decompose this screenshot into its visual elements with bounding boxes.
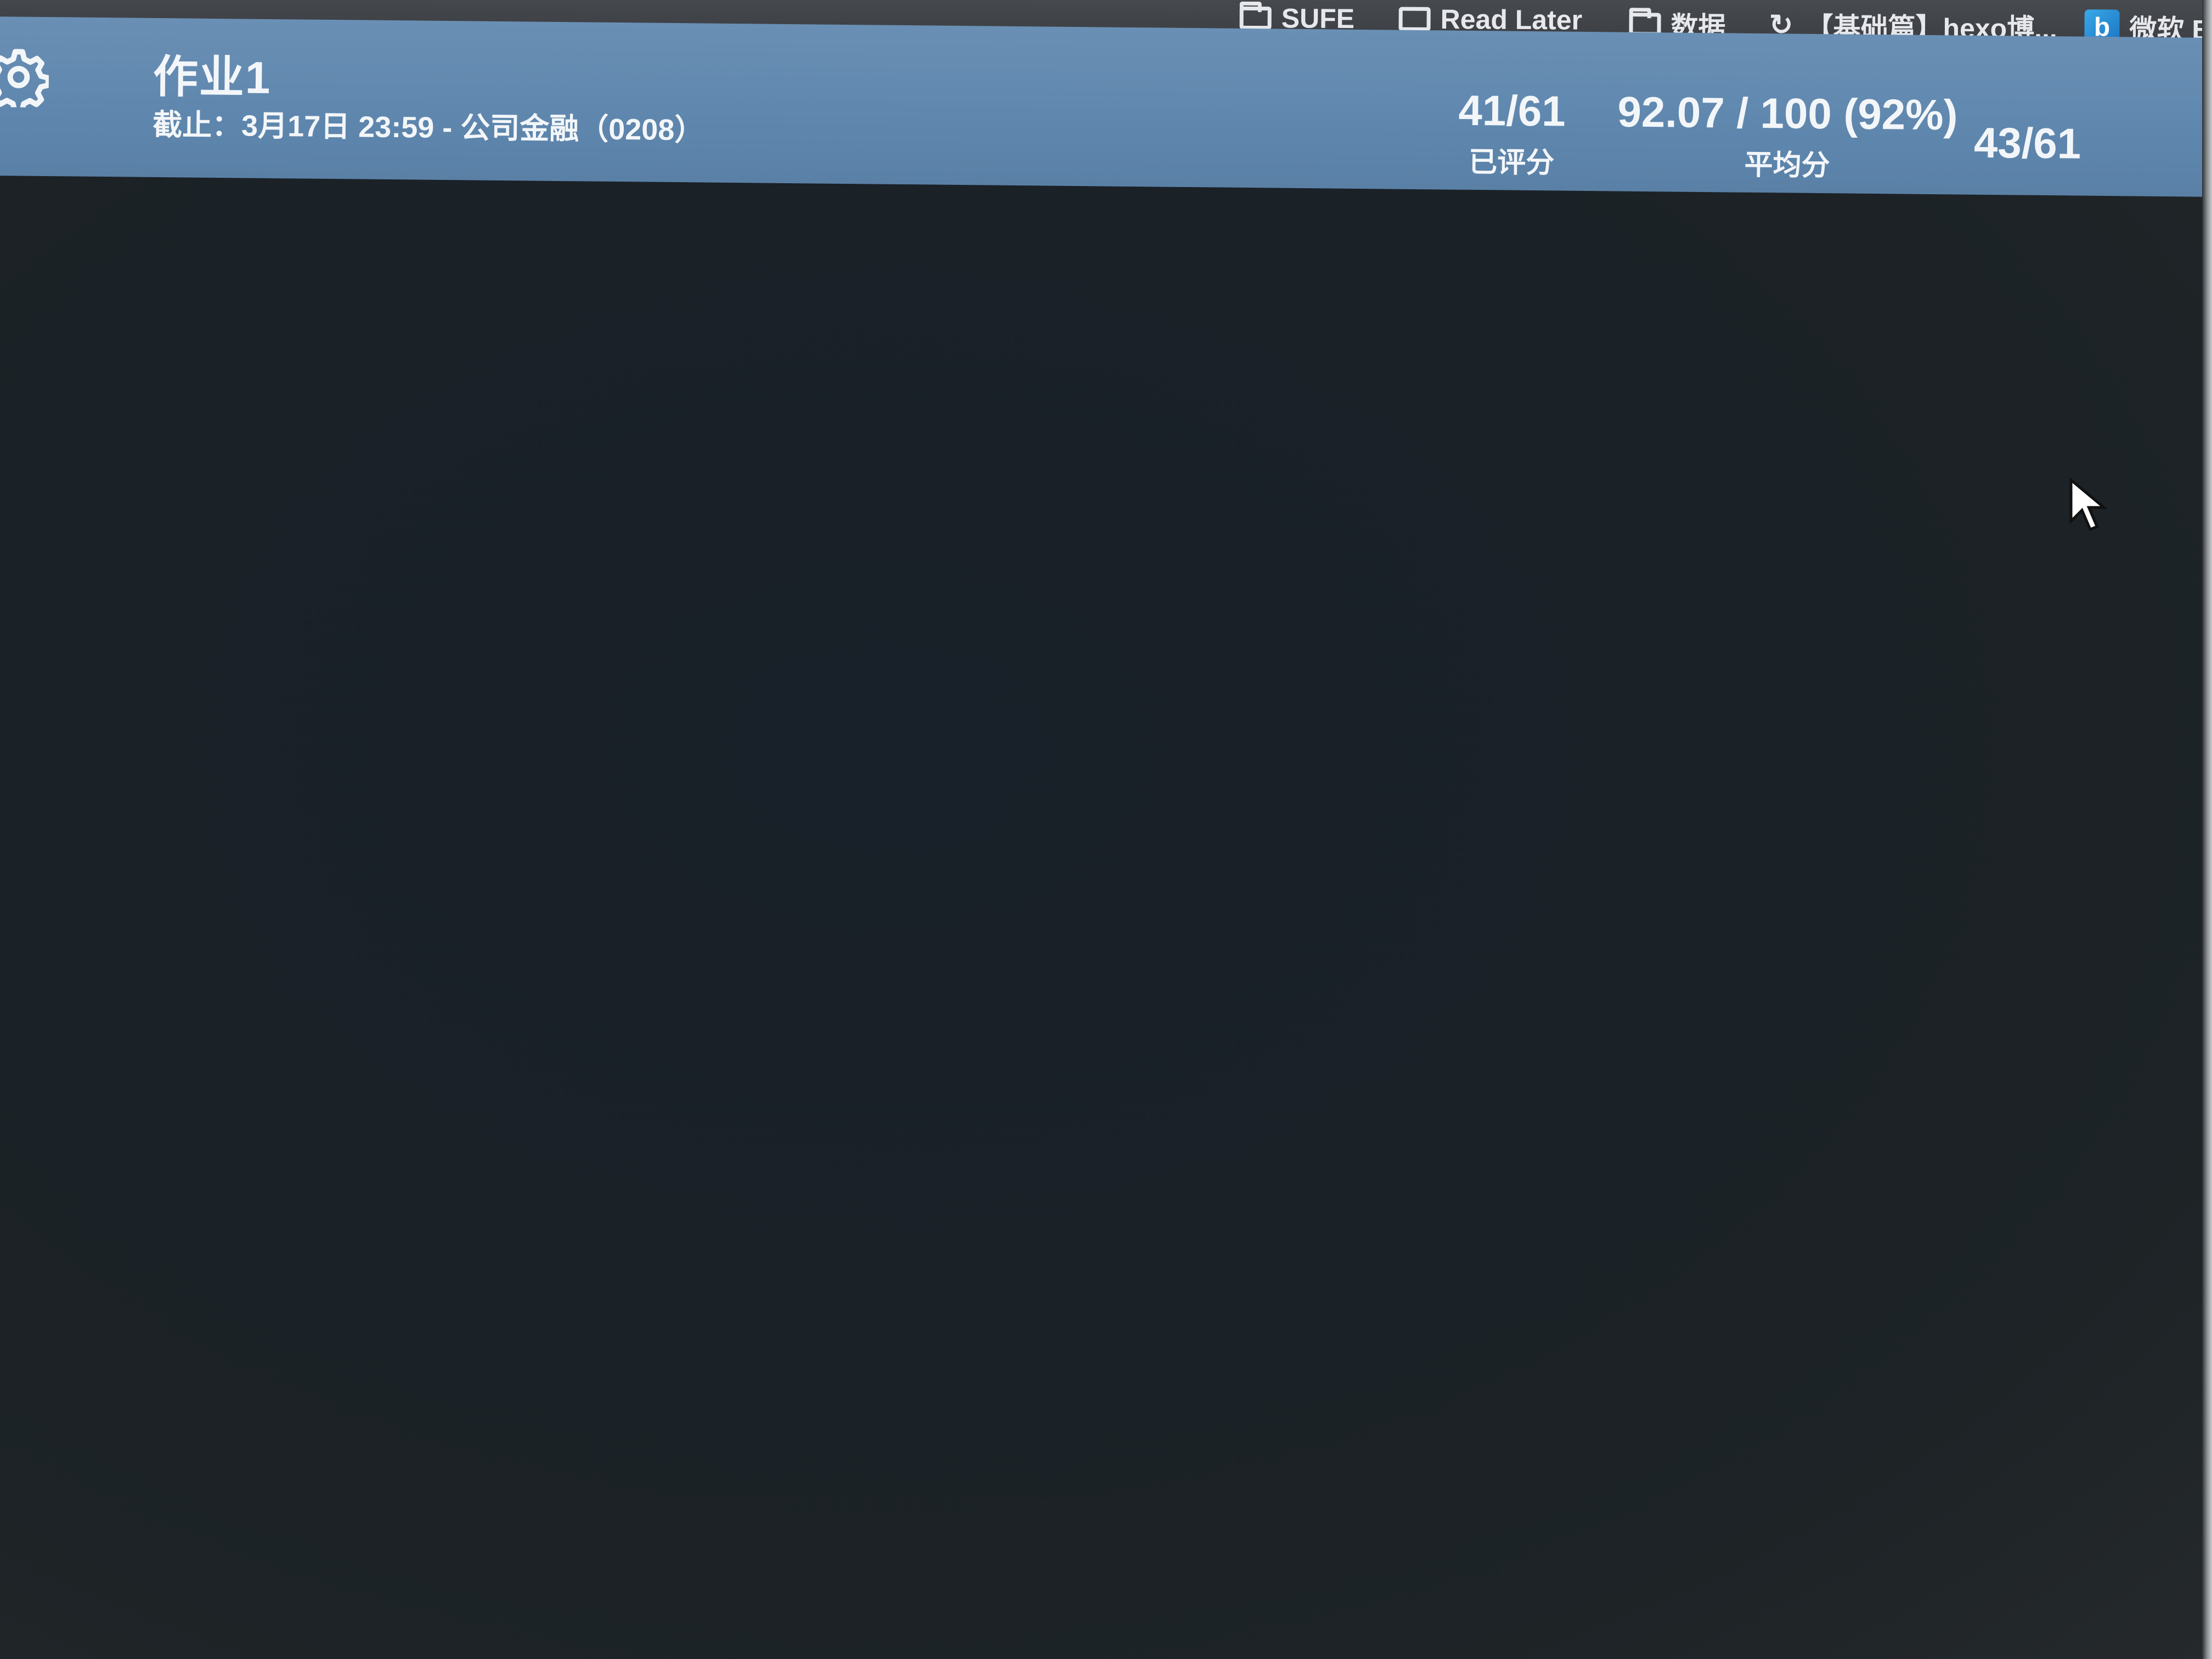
assignment-due-course: 截止：3月17日 23:59 - 公司金融（0208） [152, 108, 704, 147]
average-label: 平均分 [1744, 149, 1830, 182]
screen: SUFE Read Later 数据 ↻ 【基础篇】hexo博... b 微软 … [0, 0, 2212, 1659]
monitor-bezel [2202, 0, 2212, 1659]
gear-icon[interactable] [0, 47, 49, 108]
graded-value: 41/61 [1458, 86, 1566, 136]
submitted-value: 43/61 [1973, 118, 2081, 168]
stat-graded: 41/61 已评分 [1458, 86, 1566, 181]
assignment-header: 作业1 截止：3月17日 23:59 - 公司金融（0208） 41/61 已评… [0, 16, 2212, 198]
stat-average: 92.07 / 100 (92%) 平均分 [1617, 87, 1958, 185]
mouse-cursor-icon [2069, 477, 2107, 532]
average-value: 92.07 / 100 (92%) [1617, 87, 1958, 139]
tab-icon [1398, 7, 1431, 31]
stat-submitted: 43/61 [1974, 118, 2081, 169]
folder-icon [1239, 6, 1272, 30]
assignment-title: 作业1 [153, 52, 272, 103]
graded-label: 已评分 [1468, 146, 1555, 179]
